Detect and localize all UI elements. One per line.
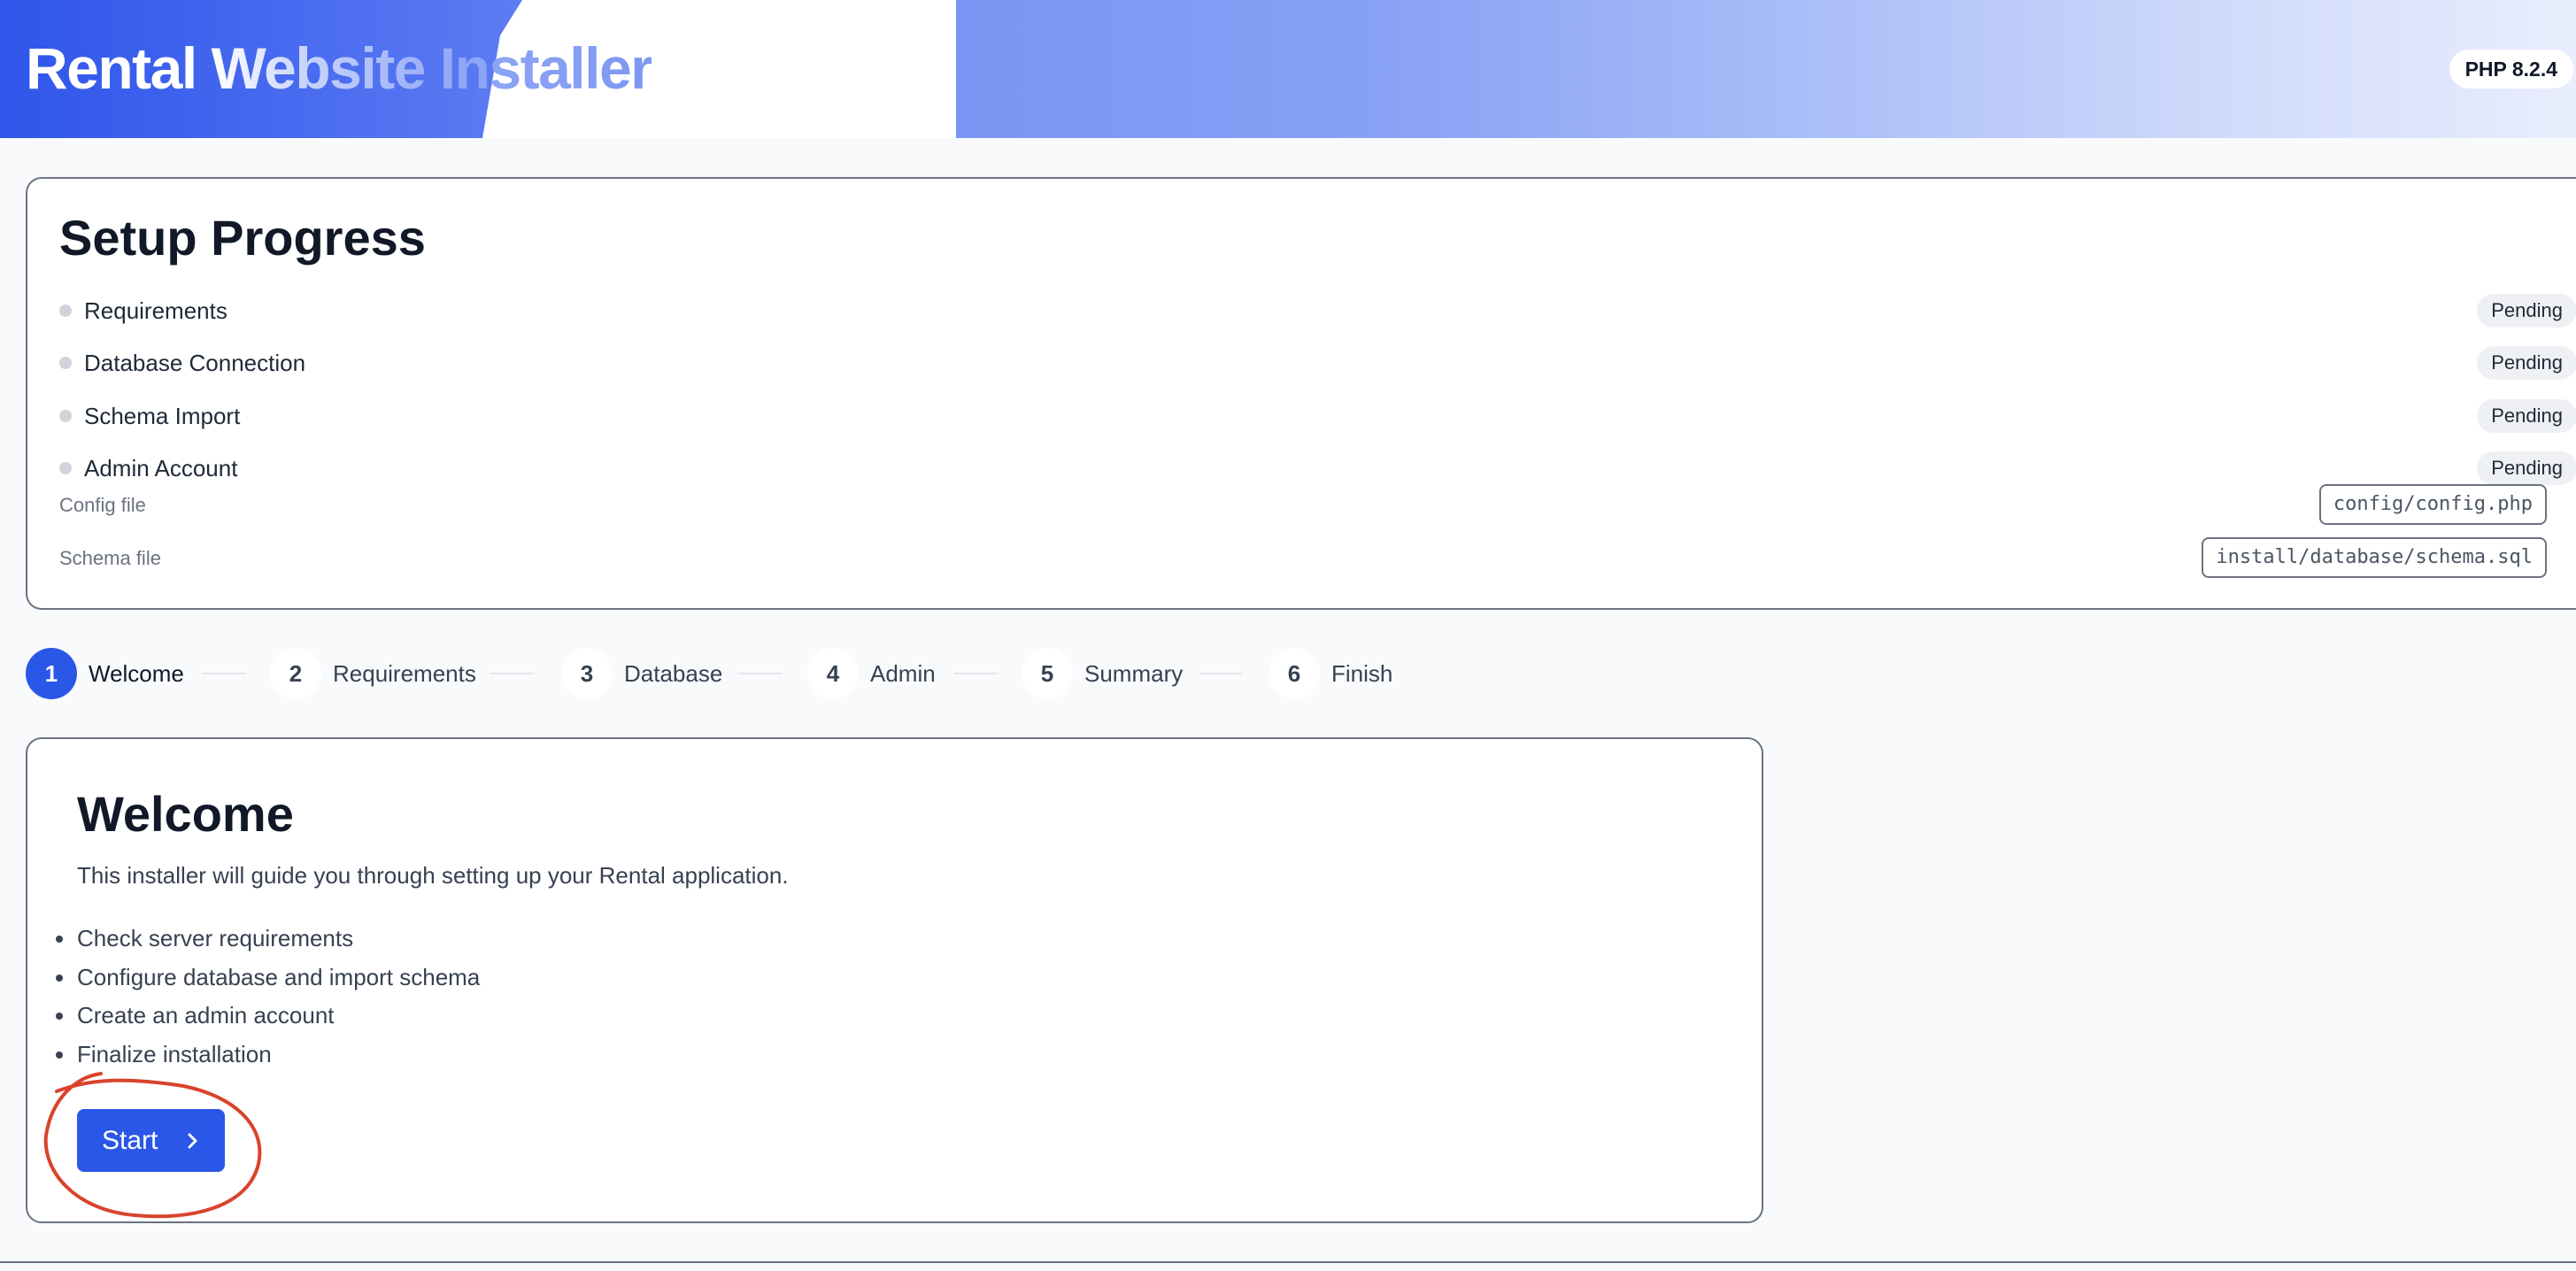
list-item-text: Configure database and import schema	[77, 963, 481, 990]
step-label: Requirements	[333, 660, 476, 687]
step-label: Database	[624, 660, 723, 687]
progress-item-label: Database Connection	[84, 350, 306, 376]
welcome-description: This installer will guide you through se…	[77, 862, 789, 889]
step-number: 1	[26, 648, 77, 699]
progress-item-label: Schema Import	[84, 403, 241, 429]
progress-item-label: Admin Account	[84, 455, 238, 481]
schema-file-label: Schema file	[59, 547, 161, 569]
step-connector	[739, 673, 782, 674]
bullet-icon	[56, 1051, 63, 1059]
status-dot-icon	[59, 357, 72, 369]
php-version-badge: PHP 8.2.4	[2449, 50, 2573, 89]
config-file-row: Config file config/config.php	[59, 484, 2547, 527]
header-accent-right	[956, 0, 2576, 138]
step-number: 4	[807, 648, 859, 699]
start-button[interactable]: Start	[77, 1109, 225, 1172]
progress-item-label: Requirements	[84, 297, 228, 324]
app-title: Rental Website Installer	[26, 28, 653, 108]
config-file-label: Config file	[59, 494, 146, 516]
step-connector	[1200, 673, 1243, 674]
welcome-card: Welcome This installer will guide you th…	[26, 737, 1763, 1223]
step-connector	[954, 673, 997, 674]
status-badge: Pending	[2477, 399, 2576, 433]
list-item: Check server requirements	[56, 920, 480, 959]
app-header: Rental Website Installer PHP 8.2.4	[0, 0, 2576, 138]
feature-list: Check server requirements Configure data…	[56, 920, 481, 1075]
step-connector	[490, 673, 533, 674]
setup-progress-card: Setup Progress Requirements Pending Data…	[26, 177, 2576, 610]
status-dot-icon	[59, 410, 72, 422]
progress-item-admin-account: Admin Account Pending	[59, 449, 2576, 488]
step-label: Finish	[1331, 660, 1393, 687]
bullet-icon	[56, 936, 63, 943]
list-item: Finalize installation	[56, 1036, 480, 1075]
list-item-text: Check server requirements	[77, 925, 354, 951]
list-item-text: Finalize installation	[77, 1040, 272, 1067]
step-number: 5	[1022, 648, 1073, 699]
setup-progress-title: Setup Progress	[59, 210, 426, 266]
list-item: Configure database and import schema	[56, 959, 481, 998]
bullet-icon	[56, 974, 63, 982]
chevron-right-icon	[188, 1133, 197, 1149]
status-badge: Pending	[2477, 346, 2576, 380]
status-dot-icon	[59, 304, 72, 317]
start-button-label: Start	[102, 1126, 158, 1155]
welcome-title: Welcome	[77, 786, 294, 842]
bullet-icon	[56, 1013, 63, 1020]
footer-divider	[0, 1261, 2576, 1271]
progress-item-requirements: Requirements Pending	[59, 291, 2576, 330]
schema-file-row: Schema file install/database/schema.sql	[59, 537, 2547, 580]
status-badge: Pending	[2477, 294, 2576, 327]
list-item: Create an admin account	[56, 997, 480, 1036]
step-label: Summary	[1084, 660, 1184, 687]
status-dot-icon	[59, 462, 72, 474]
progress-item-schema-import: Schema Import Pending	[59, 397, 2576, 435]
step-connector	[203, 673, 245, 674]
progress-item-database-connection: Database Connection Pending	[59, 343, 2576, 382]
step-label: Admin	[870, 660, 936, 687]
status-badge: Pending	[2477, 451, 2576, 485]
step-number: 6	[1269, 648, 1320, 699]
list-item-text: Create an admin account	[77, 1002, 335, 1028]
schema-file-path: install/database/schema.sql	[2202, 537, 2547, 578]
config-file-path: config/config.php	[2318, 484, 2547, 525]
step-number: 3	[561, 648, 613, 699]
step-label: Welcome	[89, 660, 184, 687]
step-number: 2	[270, 648, 321, 699]
